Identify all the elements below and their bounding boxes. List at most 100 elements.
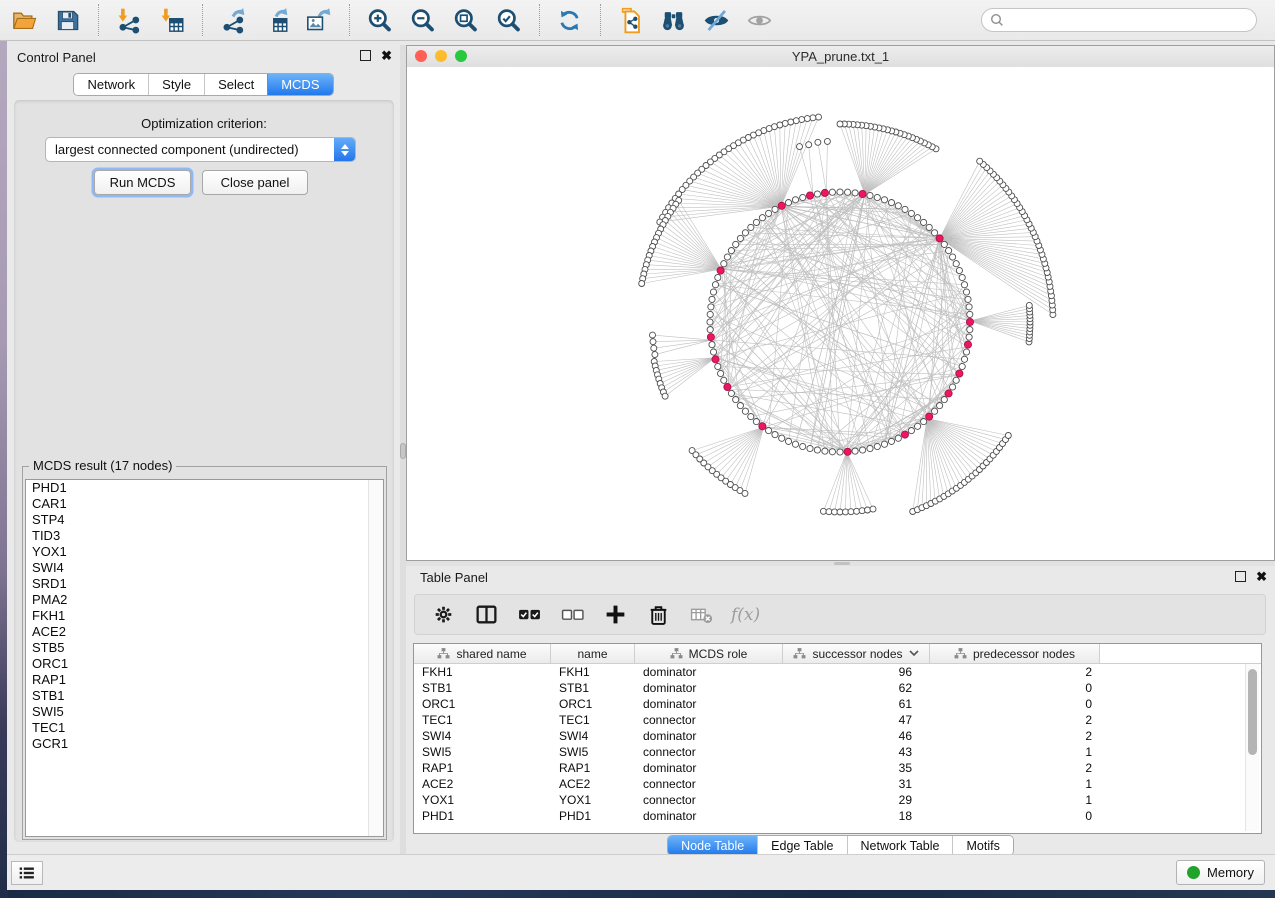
- column-header-shared-name[interactable]: shared name: [414, 644, 551, 663]
- window-close-button[interactable]: [415, 50, 427, 62]
- import-table-button[interactable]: [157, 6, 185, 34]
- mcds-result-item[interactable]: PHD1: [26, 480, 383, 496]
- delete-row-button[interactable]: [645, 602, 671, 628]
- cell-MCDS-role[interactable]: connector: [635, 793, 783, 807]
- table-settings-button[interactable]: [430, 602, 456, 628]
- mcds-result-item[interactable]: STB5: [26, 640, 383, 656]
- network-view-canvas[interactable]: [407, 67, 1274, 560]
- cell-predecessor-nodes[interactable]: 0: [930, 809, 1100, 823]
- mcds-result-item[interactable]: STB1: [26, 688, 383, 704]
- cell-shared-name[interactable]: FKH1: [414, 665, 551, 679]
- cell-name[interactable]: PHD1: [551, 809, 635, 823]
- cell-MCDS-role[interactable]: connector: [635, 777, 783, 791]
- table-row-PHD1[interactable]: PHD1PHD1dominator180: [414, 808, 1261, 824]
- cell-shared-name[interactable]: RAP1: [414, 761, 551, 775]
- cell-MCDS-role[interactable]: dominator: [635, 697, 783, 711]
- mcds-result-item[interactable]: YOX1: [26, 544, 383, 560]
- tab-select[interactable]: Select: [204, 74, 267, 95]
- list-scrollbar[interactable]: [368, 480, 383, 836]
- window-minimize-button[interactable]: [435, 50, 447, 62]
- cell-shared-name[interactable]: SWI4: [414, 729, 551, 743]
- mcds-result-item[interactable]: TID3: [26, 528, 383, 544]
- mcds-result-item[interactable]: PMA2: [26, 592, 383, 608]
- cell-successor-nodes[interactable]: 62: [783, 681, 930, 695]
- run-mcds-button[interactable]: Run MCDS: [94, 170, 191, 195]
- table-row-RAP1[interactable]: RAP1RAP1dominator352: [414, 760, 1261, 776]
- mcds-result-item[interactable]: ORC1: [26, 656, 383, 672]
- window-zoom-button[interactable]: [455, 50, 467, 62]
- table-row-ORC1[interactable]: ORC1ORC1dominator610: [414, 696, 1261, 712]
- tab-node-table[interactable]: Node Table: [668, 836, 757, 855]
- first-neighbors-button[interactable]: [659, 6, 687, 34]
- memory-button[interactable]: Memory: [1176, 860, 1265, 885]
- close-panel-icon[interactable]: ✖: [1256, 571, 1267, 582]
- cell-name[interactable]: YOX1: [551, 793, 635, 807]
- deselect-all-button[interactable]: [559, 602, 585, 628]
- cell-MCDS-role[interactable]: dominator: [635, 729, 783, 743]
- column-header-predecessor-nodes[interactable]: predecessor nodes: [930, 644, 1100, 663]
- cell-shared-name[interactable]: STB1: [414, 681, 551, 695]
- cell-name[interactable]: STB1: [551, 681, 635, 695]
- save-session-button[interactable]: [53, 6, 81, 34]
- cell-shared-name[interactable]: YOX1: [414, 793, 551, 807]
- cell-MCDS-role[interactable]: connector: [635, 713, 783, 727]
- cell-predecessor-nodes[interactable]: 0: [930, 681, 1100, 695]
- cell-successor-nodes[interactable]: 47: [783, 713, 930, 727]
- table-scrollbar[interactable]: [1245, 664, 1259, 831]
- mcds-result-item[interactable]: TEC1: [26, 720, 383, 736]
- tab-network-table[interactable]: Network Table: [847, 836, 953, 855]
- cell-shared-name[interactable]: ACE2: [414, 777, 551, 791]
- mcds-result-item[interactable]: FKH1: [26, 608, 383, 624]
- table-row-SWI5[interactable]: SWI5SWI5connector431: [414, 744, 1261, 760]
- new-network-from-selection-button[interactable]: [616, 6, 644, 34]
- close-panel-icon[interactable]: ✖: [381, 50, 392, 61]
- cell-successor-nodes[interactable]: 35: [783, 761, 930, 775]
- network-search-box[interactable]: [981, 8, 1257, 32]
- tab-motifs[interactable]: Motifs: [952, 836, 1012, 855]
- export-table-button[interactable]: [261, 6, 289, 34]
- optimization-criterion-select[interactable]: largest connected component (undirected): [45, 137, 356, 162]
- refresh-button[interactable]: [555, 6, 583, 34]
- task-history-button[interactable]: [11, 861, 43, 885]
- zoom-in-button[interactable]: [365, 6, 393, 34]
- scrollbar-thumb[interactable]: [1248, 669, 1257, 755]
- cell-MCDS-role[interactable]: connector: [635, 745, 783, 759]
- table-row-STB1[interactable]: STB1STB1dominator620: [414, 680, 1261, 696]
- cell-predecessor-nodes[interactable]: 0: [930, 697, 1100, 711]
- cell-MCDS-role[interactable]: dominator: [635, 681, 783, 695]
- cell-name[interactable]: FKH1: [551, 665, 635, 679]
- mcds-result-item[interactable]: STP4: [26, 512, 383, 528]
- table-row-ACE2[interactable]: ACE2ACE2connector311: [414, 776, 1261, 792]
- cell-predecessor-nodes[interactable]: 2: [930, 761, 1100, 775]
- open-file-button[interactable]: [10, 6, 38, 34]
- table-row-SWI4[interactable]: SWI4SWI4dominator462: [414, 728, 1261, 744]
- cell-predecessor-nodes[interactable]: 1: [930, 745, 1100, 759]
- tab-network[interactable]: Network: [74, 74, 148, 95]
- cell-successor-nodes[interactable]: 61: [783, 697, 930, 711]
- import-network-button[interactable]: [114, 6, 142, 34]
- export-image-button[interactable]: [304, 6, 332, 34]
- cell-name[interactable]: TEC1: [551, 713, 635, 727]
- mcds-result-item[interactable]: SWI5: [26, 704, 383, 720]
- tab-mcds[interactable]: MCDS: [267, 74, 332, 95]
- table-row-FKH1[interactable]: FKH1FKH1dominator962: [414, 664, 1261, 680]
- splitter-grip[interactable]: [834, 562, 850, 565]
- cell-successor-nodes[interactable]: 43: [783, 745, 930, 759]
- hide-selected-button[interactable]: [702, 6, 730, 34]
- zoom-out-button[interactable]: [408, 6, 436, 34]
- cell-predecessor-nodes[interactable]: 2: [930, 713, 1100, 727]
- add-row-button[interactable]: [602, 602, 628, 628]
- cell-MCDS-role[interactable]: dominator: [635, 665, 783, 679]
- zoom-fit-button[interactable]: [451, 6, 479, 34]
- network-graph[interactable]: [407, 67, 1274, 560]
- cell-shared-name[interactable]: TEC1: [414, 713, 551, 727]
- table-row-YOX1[interactable]: YOX1YOX1connector291: [414, 792, 1261, 808]
- zoom-selected-button[interactable]: [494, 6, 522, 34]
- cell-predecessor-nodes[interactable]: 1: [930, 777, 1100, 791]
- table-row-TEC1[interactable]: TEC1TEC1connector472: [414, 712, 1261, 728]
- cell-predecessor-nodes[interactable]: 1: [930, 793, 1100, 807]
- mcds-result-item[interactable]: GCR1: [26, 736, 383, 752]
- float-panel-icon[interactable]: [360, 50, 371, 61]
- mcds-result-item[interactable]: SWI4: [26, 560, 383, 576]
- cell-successor-nodes[interactable]: 46: [783, 729, 930, 743]
